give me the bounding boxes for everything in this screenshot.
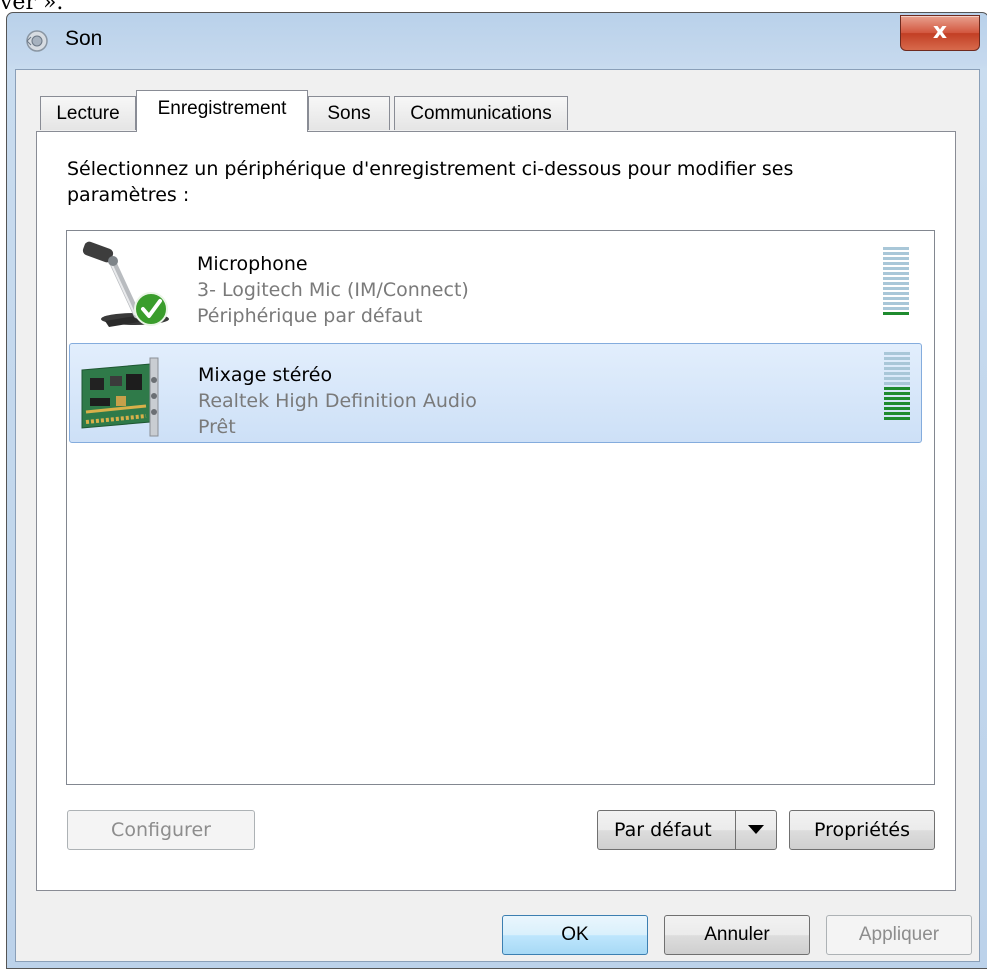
tab-communications[interactable]: Communications xyxy=(394,96,568,130)
meter-segment xyxy=(883,262,909,265)
meter-segment xyxy=(884,372,910,375)
speaker-icon xyxy=(26,30,48,52)
close-icon: x xyxy=(932,19,948,44)
list-item-microphone[interactable]: Microphone 3- Logitech Mic (IM/Connect) … xyxy=(69,233,922,333)
tab-label: Enregistrement xyxy=(157,98,287,119)
tab-enregistrement[interactable]: Enregistrement xyxy=(136,90,308,132)
meter-segment xyxy=(883,287,909,290)
meter-segment xyxy=(884,377,910,380)
meter-segment xyxy=(884,367,910,370)
meter-segment xyxy=(884,387,910,390)
meter-segment xyxy=(883,277,909,280)
chevron-down-icon[interactable] xyxy=(735,811,776,849)
device-name: Mixage stéréo xyxy=(198,364,333,386)
sound-dialog: Son x Lecture Enregistrement Sons Commun… xyxy=(6,12,987,969)
device-description: 3- Logitech Mic (IM/Connect) xyxy=(197,279,469,301)
tab-sons[interactable]: Sons xyxy=(308,96,390,130)
meter-segment xyxy=(883,257,909,260)
level-meter xyxy=(883,247,909,317)
window-title: Son xyxy=(65,27,103,50)
meter-segment xyxy=(883,247,909,250)
microphone-default-icon xyxy=(82,241,169,327)
device-name: Microphone xyxy=(197,253,308,275)
tab-label: Communications xyxy=(410,103,552,124)
configure-button[interactable]: Configurer xyxy=(67,810,255,850)
meter-segment xyxy=(884,402,910,405)
tab-label: Lecture xyxy=(56,103,120,124)
device-description: Realtek High Definition Audio xyxy=(198,390,477,412)
list-item-mixage-stereo[interactable]: Mixage stéréo Realtek High Definition Au… xyxy=(69,343,922,443)
button-label: Annuler xyxy=(704,924,770,945)
properties-button[interactable]: Propriétés xyxy=(789,810,935,850)
meter-segment xyxy=(883,267,909,270)
meter-segment xyxy=(884,407,910,410)
meter-segment xyxy=(883,297,909,300)
recording-tab-panel: Sélectionnez un périphérique d'enregistr… xyxy=(36,131,956,891)
device-status: Périphérique par défaut xyxy=(197,305,423,327)
button-label: Propriétés xyxy=(813,819,911,841)
title-bar[interactable]: Son x xyxy=(7,13,987,69)
meter-segment xyxy=(884,362,910,365)
meter-segment xyxy=(884,392,910,395)
meter-segment xyxy=(884,382,910,385)
tab-label: Sons xyxy=(327,103,371,124)
meter-segment xyxy=(884,412,910,415)
device-status: Prêt xyxy=(198,416,236,438)
ok-button[interactable]: OK xyxy=(502,915,648,955)
meter-segment xyxy=(884,417,910,420)
instruction-text: Sélectionnez un périphérique d'enregistr… xyxy=(67,158,794,206)
level-meter xyxy=(884,352,910,422)
device-list[interactable]: Microphone 3- Logitech Mic (IM/Connect) … xyxy=(66,230,935,785)
meter-segment xyxy=(884,397,910,400)
button-label: OK xyxy=(561,924,589,945)
meter-segment xyxy=(884,357,910,360)
apply-button[interactable]: Appliquer xyxy=(826,915,972,955)
cancel-button[interactable]: Annuler xyxy=(664,915,810,955)
meter-segment xyxy=(884,352,910,355)
close-button[interactable]: x xyxy=(900,15,980,51)
meter-segment xyxy=(883,302,909,305)
sound-card-icon xyxy=(81,357,159,437)
meter-segment xyxy=(883,282,909,285)
meter-segment xyxy=(883,312,909,315)
meter-segment xyxy=(883,252,909,255)
tab-lecture[interactable]: Lecture xyxy=(40,96,136,130)
button-label: Appliquer xyxy=(858,924,940,945)
set-default-split-button[interactable]: Par défaut xyxy=(597,810,777,850)
meter-segment xyxy=(883,307,909,310)
meter-segment xyxy=(883,272,909,275)
dialog-client-area: Lecture Enregistrement Sons Communicatio… xyxy=(15,69,980,962)
button-label: Par défaut xyxy=(614,819,712,841)
meter-segment xyxy=(883,292,909,295)
button-label: Configurer xyxy=(111,819,211,841)
